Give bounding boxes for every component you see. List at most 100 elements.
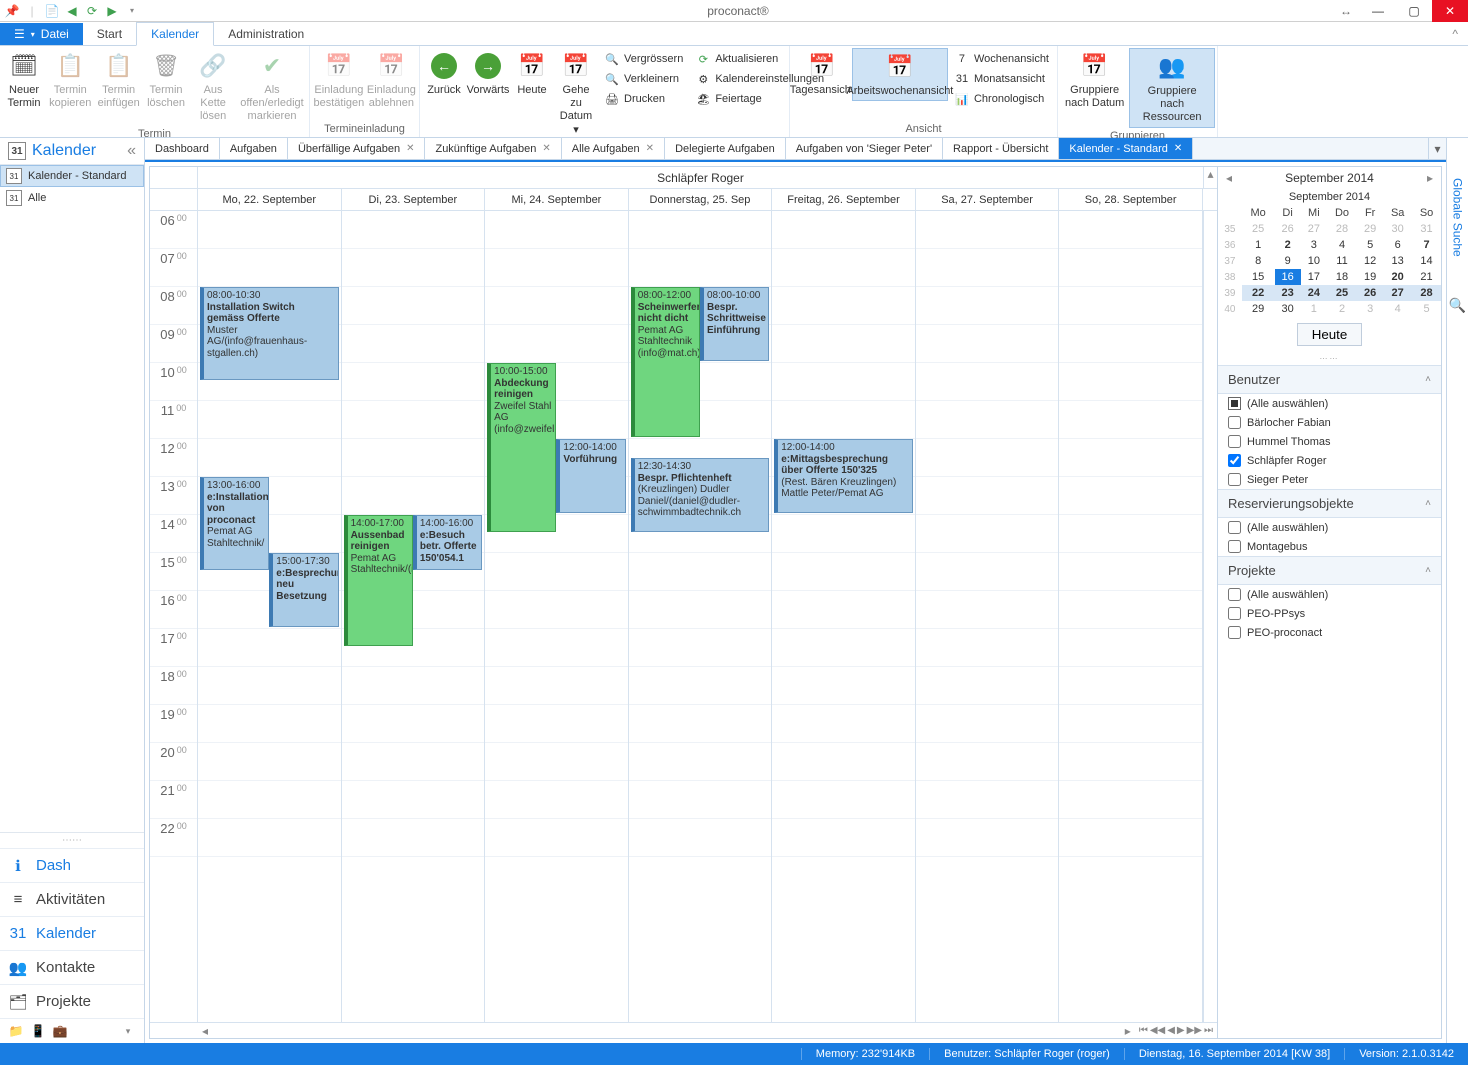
checkbox[interactable]	[1228, 473, 1241, 486]
document-tab[interactable]: Alle Aufgaben✕	[562, 138, 665, 159]
tab-start[interactable]: Start	[83, 23, 136, 45]
mini-cal-day[interactable]: 3	[1301, 237, 1327, 253]
mini-icon-2[interactable]: 📱	[30, 1023, 46, 1039]
tab-kalender[interactable]: Kalender	[136, 22, 214, 46]
leftnav-big-link[interactable]: ℹDash	[0, 848, 144, 882]
panel-grip[interactable]: ⋯⋯	[1218, 352, 1441, 365]
mini-cal-day[interactable]: 30	[1383, 221, 1412, 237]
gehe-zu-datum-button[interactable]: 📅Gehe zu Datum ▾	[554, 48, 598, 139]
calendar-event[interactable]: 10:00-15:00Abdeckung reinigenZweifel Sta…	[487, 363, 556, 532]
section-header-benutzer[interactable]: Benutzer˄	[1218, 365, 1441, 394]
mini-cal-day[interactable]: 7	[1412, 237, 1441, 253]
section-header-reservierung[interactable]: Reservierungsobjekte˄	[1218, 489, 1441, 518]
mini-cal-day[interactable]: 17	[1301, 269, 1327, 285]
mini-icon-1[interactable]: 📁	[8, 1023, 24, 1039]
vergroessern-button[interactable]: 🔍Vergrössern	[602, 50, 685, 68]
mini-cal-day[interactable]: 24	[1301, 285, 1327, 301]
tagesansicht-button[interactable]: 📅Tagesansicht	[792, 48, 852, 99]
filter-item[interactable]: Bärlocher Fabian	[1218, 413, 1441, 432]
checkbox[interactable]	[1228, 607, 1241, 620]
mini-cal-day[interactable]: 3	[1357, 301, 1383, 317]
verkleinern-button[interactable]: 🔍Verkleinern	[602, 70, 685, 88]
mini-cal-day[interactable]: 1	[1242, 237, 1275, 253]
leftnav-big-link[interactable]: 31Kalender	[0, 916, 144, 950]
mini-dropdown-icon[interactable]: ▾	[120, 1023, 136, 1039]
mini-cal-day[interactable]: 16	[1275, 269, 1301, 285]
calendar-event[interactable]: 12:30-14:30Bespr. Pflichtenheft(Kreuzlin…	[631, 458, 770, 532]
mini-cal-day[interactable]: 26	[1357, 285, 1383, 301]
mini-cal-day[interactable]: 28	[1412, 285, 1441, 301]
drucken-button[interactable]: 🖨Drucken	[602, 90, 685, 108]
mini-cal-day[interactable]: 23	[1275, 285, 1301, 301]
mini-cal-day[interactable]: 15	[1242, 269, 1275, 285]
day-header[interactable]: Di, 23. September	[342, 189, 486, 210]
document-tab[interactable]: Zukünftige Aufgaben✕	[425, 138, 561, 159]
forward-arrow-icon[interactable]: ▶	[104, 3, 120, 19]
vorwaerts-button[interactable]: →Vorwärts	[466, 48, 510, 99]
filter-item[interactable]: Sieger Peter	[1218, 470, 1441, 489]
search-icon[interactable]: 🔍	[1449, 297, 1466, 314]
day-header[interactable]: Freitag, 26. September	[772, 189, 916, 210]
calendar-event[interactable]: 12:00-14:00e:Mittagsbesprechung über Off…	[774, 439, 913, 513]
filter-item[interactable]: Hummel Thomas	[1218, 432, 1441, 451]
leftnav-item[interactable]: 31Alle	[0, 187, 144, 209]
termin-kopieren-button[interactable]: 📋Termin kopieren	[46, 48, 94, 112]
calendar-grid[interactable]: Schläpfer Roger ▴ Mo, 22. SeptemberDi, 2…	[149, 166, 1218, 1039]
document-tab[interactable]: Kalender - Standard✕	[1059, 138, 1193, 159]
document-tab[interactable]: Rapport - Übersicht	[943, 138, 1059, 159]
document-tab[interactable]: Dashboard	[145, 138, 220, 159]
markieren-button[interactable]: ✔Als offen/erledigt markieren	[237, 48, 307, 126]
mini-cal-day[interactable]: 28	[1327, 221, 1357, 237]
tab-administration[interactable]: Administration	[214, 23, 318, 45]
mini-cal-day[interactable]: 20	[1383, 269, 1412, 285]
filter-item[interactable]: (Alle auswählen)	[1218, 394, 1441, 413]
mini-cal-day[interactable]: 4	[1383, 301, 1412, 317]
qat-dropdown-icon[interactable]: ▾	[124, 3, 140, 19]
collapse-icon[interactable]: «	[127, 142, 136, 160]
einladung-bestaetigen-button[interactable]: 📅Einladung bestätigen	[312, 48, 366, 112]
monatsansicht-button[interactable]: 31Monatsansicht	[952, 70, 1051, 88]
next-month-icon[interactable]: ▸	[1427, 171, 1433, 185]
leftnav-big-link[interactable]: 🗂Projekte	[0, 984, 144, 1018]
minimize-button[interactable]: —	[1360, 0, 1396, 22]
mini-cal-day[interactable]: 21	[1412, 269, 1441, 285]
mini-cal-day[interactable]: 2	[1275, 237, 1301, 253]
mini-cal-day[interactable]: 4	[1327, 237, 1357, 253]
neuer-termin-button[interactable]: 🗓Neuer Termin	[2, 48, 46, 112]
close-tab-icon[interactable]: ✕	[1174, 143, 1182, 154]
termin-loeschen-button[interactable]: 🗑Termin löschen	[143, 48, 189, 112]
day-column[interactable]: 12:00-14:00e:Mittagsbesprechung über Off…	[772, 211, 916, 1022]
mini-cal-day[interactable]: 14	[1412, 253, 1441, 269]
vertical-scrollbar[interactable]	[1203, 211, 1217, 1022]
mini-cal-day[interactable]: 26	[1275, 221, 1301, 237]
document-tab[interactable]: Überfällige Aufgaben✕	[288, 138, 426, 159]
day-header[interactable]: Mi, 24. September	[485, 189, 629, 210]
filter-item[interactable]: Schläpfer Roger	[1218, 451, 1441, 470]
calendar-event[interactable]: 13:00-16:00e:Installation von proconactP…	[200, 477, 269, 570]
checkbox[interactable]	[1228, 416, 1241, 429]
day-header[interactable]: Donnerstag, 25. Sep	[629, 189, 773, 210]
prev-month-icon[interactable]: ◂	[1226, 171, 1232, 185]
day-column[interactable]: 14:00-17:00Aussenbad reinigenPemat AG St…	[342, 211, 486, 1022]
termin-einfuegen-button[interactable]: 📋Termin einfügen	[94, 48, 142, 112]
days-area[interactable]: 08:00-10:30Installation Switch gemäss Of…	[198, 211, 1203, 1022]
close-tab-icon[interactable]: ✕	[646, 143, 654, 154]
file-tab[interactable]: ☰ ▾ Datei	[0, 23, 83, 45]
mini-cal-day[interactable]: 30	[1275, 301, 1301, 317]
mini-calendar[interactable]: MoDiMiDoFrSaSo35252627282930313612345673…	[1218, 205, 1441, 317]
heute-mini-button[interactable]: Heute	[1297, 323, 1363, 346]
document-tab[interactable]: Aufgaben von 'Sieger Peter'	[786, 138, 943, 159]
mini-cal-day[interactable]: 9	[1275, 253, 1301, 269]
mini-cal-day[interactable]: 13	[1383, 253, 1412, 269]
einladung-ablehnen-button[interactable]: 📅Einladung ablehnen	[366, 48, 417, 112]
record-nav-buttons[interactable]: ⏮◀◀◀▶▶▶⏭	[1135, 1025, 1217, 1036]
calendar-event[interactable]: 08:00-12:00Scheinwerfer nicht dichtPemat…	[631, 287, 700, 437]
mini-cal-day[interactable]: 27	[1301, 221, 1327, 237]
close-tab-icon[interactable]: ✕	[406, 143, 414, 154]
mini-cal-day[interactable]: 27	[1383, 285, 1412, 301]
filter-item[interactable]: Montagebus	[1218, 537, 1441, 556]
wochenansicht-button[interactable]: 7Wochenansicht	[952, 50, 1051, 68]
checkbox[interactable]	[1228, 454, 1241, 467]
filter-item[interactable]: (Alle auswählen)	[1218, 585, 1441, 604]
mini-cal-day[interactable]: 29	[1242, 301, 1275, 317]
